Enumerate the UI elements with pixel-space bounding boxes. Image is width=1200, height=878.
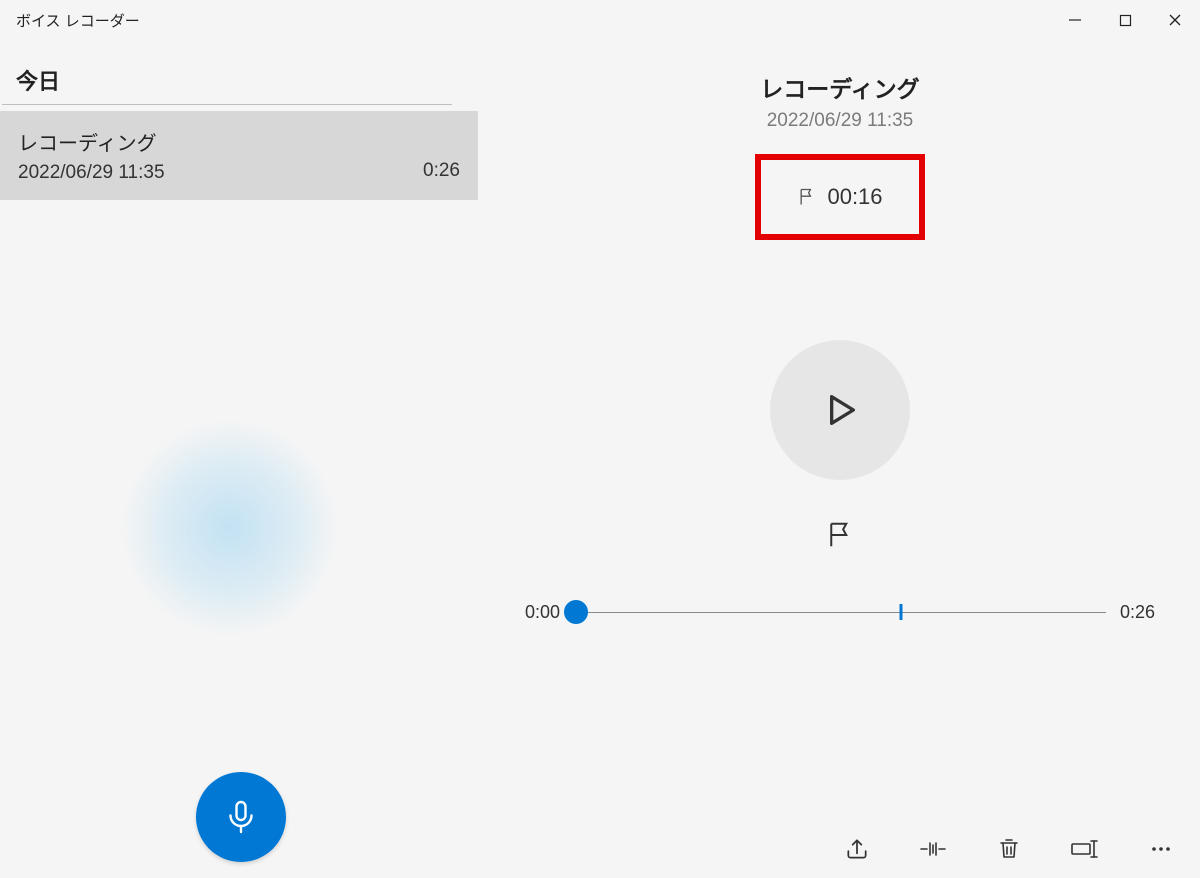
main-panel: レコーディング 2022/06/29 11:35 00:16 0:00 0:2 [480, 40, 1200, 878]
share-icon [844, 836, 870, 862]
window-controls [1050, 0, 1200, 40]
minimize-icon [1068, 13, 1082, 27]
close-button[interactable] [1150, 0, 1200, 40]
timeline-end-time: 0:26 [1120, 602, 1170, 623]
trim-icon [919, 837, 947, 861]
flag-icon [797, 187, 817, 207]
content: 今日 レコーディング 2022/06/29 11:35 0:26 レコーディング… [0, 40, 1200, 878]
recording-item-info: レコーディング 2022/06/29 11:35 [18, 127, 165, 184]
close-icon [1168, 13, 1182, 27]
section-header-today: 今日 [2, 40, 452, 105]
sidebar: 今日 レコーディング 2022/06/29 11:35 0:26 [0, 40, 480, 878]
recording-item-duration: 0:26 [423, 160, 460, 182]
flag-icon [825, 520, 855, 550]
play-button[interactable] [770, 340, 910, 480]
add-marker-button[interactable] [825, 520, 855, 550]
timeline-track[interactable] [574, 600, 1106, 624]
timeline-start-time: 0:00 [510, 602, 560, 623]
titlebar: ボイス レコーダー [0, 0, 1200, 40]
recording-list-item[interactable]: レコーディング 2022/06/29 11:35 0:26 [0, 111, 478, 200]
current-recording-date: 2022/06/29 11:35 [767, 110, 914, 132]
trash-icon [997, 837, 1021, 861]
marker-highlight-box[interactable]: 00:16 [755, 154, 924, 240]
microphone-icon [223, 799, 259, 835]
trim-button[interactable] [918, 834, 948, 864]
ambient-glow [120, 418, 340, 638]
maximize-icon [1119, 14, 1132, 27]
play-icon [820, 390, 860, 430]
more-icon [1149, 837, 1173, 861]
marker-time: 00:16 [827, 184, 882, 210]
timeline-thumb[interactable] [564, 600, 588, 624]
app-title: ボイス レコーダー [16, 10, 140, 31]
current-recording-title: レコーディング [760, 70, 919, 104]
maximize-button[interactable] [1100, 0, 1150, 40]
bottom-toolbar [842, 834, 1176, 864]
timeline: 0:00 0:26 [510, 600, 1170, 624]
rename-button[interactable] [1070, 834, 1100, 864]
rename-icon [1070, 837, 1100, 861]
minimize-button[interactable] [1050, 0, 1100, 40]
timeline-marker-tick[interactable] [900, 604, 903, 620]
more-button[interactable] [1146, 834, 1176, 864]
timeline-line [574, 612, 1106, 613]
recording-item-date: 2022/06/29 11:35 [18, 162, 165, 184]
app-window: ボイス レコーダー 今日 レコーディング 2022/06/29 11:35 0:… [0, 0, 1200, 878]
record-button[interactable] [196, 772, 286, 862]
share-button[interactable] [842, 834, 872, 864]
recording-item-title: レコーディング [18, 127, 165, 156]
delete-button[interactable] [994, 834, 1024, 864]
